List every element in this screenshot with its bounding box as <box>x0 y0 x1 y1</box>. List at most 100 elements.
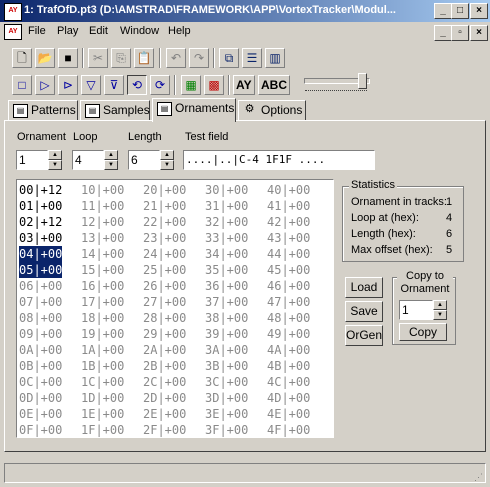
ornament-cell[interactable]: 3B|+00 <box>205 358 248 374</box>
ornament-cell[interactable]: 39|+00 <box>205 326 248 342</box>
ornament-cell[interactable]: 48|+00 <box>267 310 310 326</box>
loop-spinner[interactable]: ▲ ▼ <box>104 150 118 170</box>
child-minimize-button[interactable]: _ <box>434 25 452 41</box>
ornament-cell[interactable]: 35|+00 <box>205 262 248 278</box>
ornament-cell[interactable]: 10|+00 <box>81 182 124 198</box>
ornament-cell[interactable]: 18|+00 <box>81 310 124 326</box>
length-input[interactable]: 6 <box>128 150 160 170</box>
app-icon[interactable]: AY <box>4 3 22 21</box>
tile-vertical-icon[interactable]: ▥ <box>265 48 285 68</box>
ornament-cell[interactable]: 3E|+00 <box>205 406 248 422</box>
ornament-cell[interactable]: 4F|+00 <box>267 422 310 437</box>
ornament-cell[interactable]: 3C|+00 <box>205 374 248 390</box>
ornament-cell[interactable]: 2A|+00 <box>143 342 186 358</box>
ornament-cell[interactable]: 44|+00 <box>267 246 310 262</box>
ornament-cell[interactable]: 0A|+00 <box>19 342 62 358</box>
follow-icon[interactable]: ⟳ <box>150 75 170 95</box>
ornament-cell[interactable]: 16|+00 <box>81 278 124 294</box>
menu-file[interactable]: File <box>28 25 46 37</box>
copy-button[interactable]: Copy <box>399 323 447 341</box>
stop-icon[interactable]: □ <box>12 75 32 95</box>
close-button[interactable]: × <box>470 3 488 19</box>
ornament-cell[interactable]: 42|+00 <box>267 214 310 230</box>
copy-icon[interactable]: ⎘ <box>111 48 131 68</box>
ornament-cell[interactable]: 15|+00 <box>81 262 124 278</box>
save-disk-icon[interactable]: ■ <box>58 48 78 68</box>
abc-mode-button[interactable]: ABC <box>258 75 290 95</box>
ornament-cell[interactable]: 40|+00 <box>267 182 310 198</box>
ornament-cell[interactable]: 2F|+00 <box>143 422 186 437</box>
redo-icon[interactable]: ↷ <box>189 48 209 68</box>
minimize-button[interactable]: _ <box>434 3 452 19</box>
ornament-cell[interactable]: 08|+00 <box>19 310 62 326</box>
ornament-cell[interactable]: 00|+12 <box>19 182 62 198</box>
play-pattern-icon[interactable]: ⊳ <box>58 75 78 95</box>
ornament-cell[interactable]: 1C|+00 <box>81 374 124 390</box>
ornament-cell[interactable]: 2D|+00 <box>143 390 186 406</box>
ornament-cell[interactable]: 4E|+00 <box>267 406 310 422</box>
ornament-cell[interactable]: 36|+00 <box>205 278 248 294</box>
ornament-cell[interactable]: 1A|+00 <box>81 342 124 358</box>
ornament-cell[interactable]: 43|+00 <box>267 230 310 246</box>
copy-target-input[interactable]: 1 <box>399 300 433 320</box>
volume-slider-thumb[interactable] <box>358 73 367 89</box>
tab-patterns[interactable]: ▤ Patterns <box>8 100 78 120</box>
new-file-icon[interactable]: 🗋 <box>12 48 32 68</box>
ornament-cell[interactable]: 1E|+00 <box>81 406 124 422</box>
menu-edit[interactable]: Edit <box>89 25 108 37</box>
play-icon[interactable]: ▷ <box>35 75 55 95</box>
undo-icon[interactable]: ↶ <box>166 48 186 68</box>
ornament-number-spinner[interactable]: ▲ ▼ <box>48 150 62 170</box>
ornament-cell[interactable]: 05|+00 <box>19 262 63 278</box>
ornament-cell[interactable]: 41|+00 <box>267 198 310 214</box>
menu-window[interactable]: Window <box>120 25 159 37</box>
ornament-cell[interactable]: 47|+00 <box>267 294 310 310</box>
play-line-icon[interactable]: ⊽ <box>104 75 124 95</box>
orgen-button[interactable]: OrGen <box>345 325 383 346</box>
length-spinner[interactable]: ▲ ▼ <box>160 150 174 170</box>
ornament-cell[interactable]: 3F|+00 <box>205 422 248 437</box>
ornament-cell[interactable]: 1D|+00 <box>81 390 124 406</box>
loop-input[interactable]: 4 <box>72 150 104 170</box>
ornament-cell[interactable]: 3D|+00 <box>205 390 248 406</box>
ornament-cell[interactable]: 1F|+00 <box>81 422 124 437</box>
cut-icon[interactable]: ✂ <box>88 48 108 68</box>
test-field-input[interactable]: ....|..|C-4 1F1F .... <box>183 150 375 170</box>
tab-samples[interactable]: ▤ Samples <box>80 100 150 120</box>
paste-icon[interactable]: 📋 <box>134 48 154 68</box>
ornament-cell[interactable]: 23|+00 <box>143 230 186 246</box>
tile-horizontal-icon[interactable]: ☰ <box>242 48 262 68</box>
ay-chip-button[interactable]: AY <box>233 75 255 95</box>
global-transposition-icon[interactable]: ▩ <box>204 75 224 95</box>
ornament-cell[interactable]: 38|+00 <box>205 310 248 326</box>
ornament-cell[interactable]: 21|+00 <box>143 198 186 214</box>
maximize-button[interactable]: □ <box>451 3 469 19</box>
ornament-cell[interactable]: 30|+00 <box>205 182 248 198</box>
ornament-cell[interactable]: 01|+00 <box>19 198 62 214</box>
cascade-icon[interactable]: ⧉ <box>219 48 239 68</box>
ornament-cell[interactable]: 4A|+00 <box>267 342 310 358</box>
open-folder-icon[interactable]: 📂 <box>35 48 55 68</box>
ornament-cell[interactable]: 0C|+00 <box>19 374 62 390</box>
ornament-cell[interactable]: 29|+00 <box>143 326 186 342</box>
ornament-cell[interactable]: 4B|+00 <box>267 358 310 374</box>
ornament-cell[interactable]: 0D|+00 <box>19 390 62 406</box>
ornament-cell[interactable]: 46|+00 <box>267 278 310 294</box>
menu-help[interactable]: Help <box>168 25 191 37</box>
child-window-icon[interactable]: AY <box>4 24 22 40</box>
ornament-cell[interactable]: 14|+00 <box>81 246 124 262</box>
ornament-cell[interactable]: 34|+00 <box>205 246 248 262</box>
ornament-cell[interactable]: 1B|+00 <box>81 358 124 374</box>
ornament-cell[interactable]: 28|+00 <box>143 310 186 326</box>
load-button[interactable]: Load <box>345 277 383 298</box>
ornament-cell[interactable]: 2E|+00 <box>143 406 186 422</box>
ornament-cell[interactable]: 22|+00 <box>143 214 186 230</box>
ornament-cell[interactable]: 45|+00 <box>267 262 310 278</box>
play-from-line-icon[interactable]: ▽ <box>81 75 101 95</box>
ornament-cell[interactable]: 09|+00 <box>19 326 62 342</box>
ornament-cell[interactable]: 03|+00 <box>19 230 62 246</box>
tracks-manager-icon[interactable]: ▦ <box>181 75 201 95</box>
tab-options[interactable]: ⚙ Options <box>238 100 306 120</box>
ornament-cell[interactable]: 26|+00 <box>143 278 186 294</box>
ornament-cell[interactable]: 31|+00 <box>205 198 248 214</box>
